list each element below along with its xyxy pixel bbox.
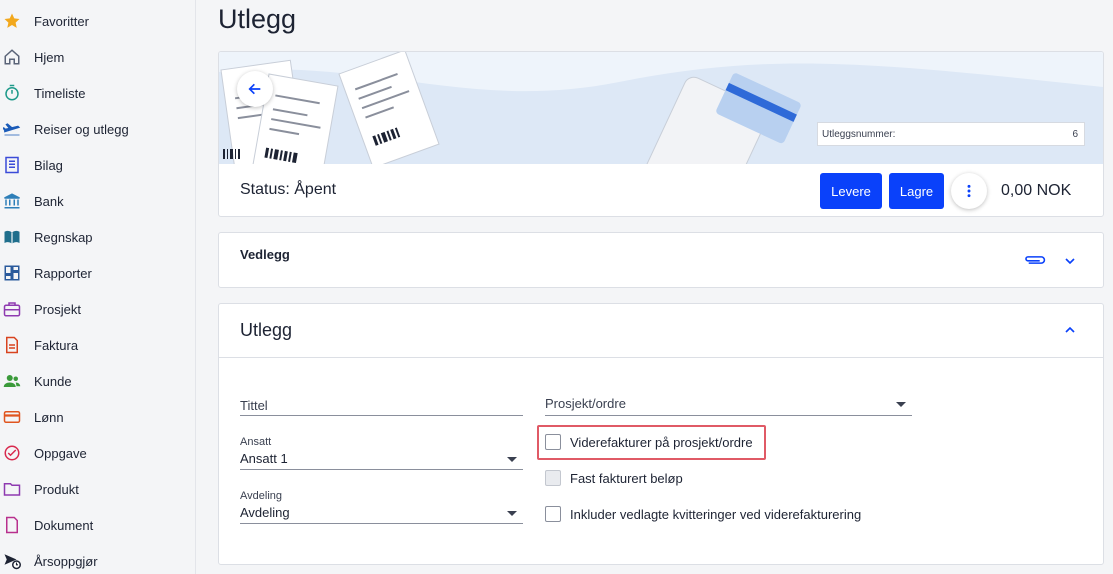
- expense-number-field: Utleggsnummer: 6: [817, 122, 1085, 146]
- sidebar-item-bilag[interactable]: Bilag: [0, 147, 196, 183]
- sidebar-item-label: Faktura: [34, 337, 79, 353]
- sidebar-item-timeliste[interactable]: Timeliste: [0, 75, 196, 111]
- sidebar-item-label: Dokument: [34, 517, 94, 533]
- bank-icon: [3, 192, 21, 210]
- project-order-select[interactable]: Prosjekt/ordre: [545, 392, 912, 416]
- department-select[interactable]: Avdeling Avdeling: [240, 490, 523, 524]
- fixed-billed-amount-checkbox[interactable]: Fast fakturert beløp: [545, 470, 683, 486]
- document-lines-icon: [3, 156, 21, 174]
- sidebar-item-produkt[interactable]: Produkt: [0, 471, 196, 507]
- attachments-card[interactable]: Vedlegg: [218, 232, 1104, 288]
- sidebar-item-label: Bilag: [34, 157, 63, 173]
- expense-number-label: Utleggsnummer:: [822, 128, 896, 140]
- page-title: Utlegg: [218, 4, 297, 34]
- more-vertical-icon: [967, 184, 971, 198]
- folder-icon: [3, 480, 21, 498]
- rebill-checkbox[interactable]: Viderefakturer på prosjekt/ordre: [545, 434, 753, 450]
- sidebar-item-bank[interactable]: Bank: [0, 183, 196, 219]
- chevron-down-icon[interactable]: [1062, 253, 1078, 269]
- sidebar: Favoritter Hjem Timeliste Reiser og utle…: [0, 0, 196, 574]
- checkbox[interactable]: [545, 434, 561, 450]
- sidebar-item-label: Rapporter: [34, 265, 92, 281]
- home-icon: [3, 48, 21, 66]
- sidebar-item-regnskap[interactable]: Regnskap: [0, 219, 196, 255]
- employee-label: Ansatt: [240, 436, 272, 448]
- sidebar-item-label: Kunde: [34, 373, 72, 389]
- sidebar-item-label: Oppgave: [34, 445, 87, 461]
- dropdown-arrow-icon: [507, 457, 517, 462]
- checkbox[interactable]: [545, 470, 561, 486]
- sidebar-item-label: Årsoppgjør: [34, 553, 98, 569]
- expense-form-header: Utlegg: [219, 304, 1103, 358]
- status-text: Status: Åpent: [240, 181, 337, 198]
- rebill-checkbox-label: Viderefakturer på prosjekt/ordre: [570, 434, 753, 450]
- receipts-illustration: [219, 52, 1103, 164]
- card-icon: [3, 408, 21, 426]
- sidebar-item-kunde[interactable]: Kunde: [0, 363, 196, 399]
- expense-number-value: 6: [1072, 128, 1078, 140]
- briefcase-icon: [3, 300, 21, 318]
- expense-banner-illustration: Utleggsnummer: 6: [219, 52, 1103, 164]
- expense-form-title: Utlegg: [240, 320, 293, 340]
- paperclip-icon[interactable]: [1024, 253, 1046, 267]
- sidebar-item-label: Regnskap: [34, 229, 93, 245]
- employee-select[interactable]: Ansatt Ansatt 1: [240, 436, 523, 470]
- send-clock-icon: [3, 552, 21, 570]
- sidebar-item-favoritter[interactable]: Favoritter: [0, 3, 196, 39]
- sidebar-item-hjem[interactable]: Hjem: [0, 39, 196, 75]
- include-receipts-label: Inkluder vedlagte kvitteringer ved vider…: [570, 506, 862, 522]
- project-order-placeholder: Prosjekt/ordre: [545, 396, 626, 411]
- sidebar-item-oppgave[interactable]: Oppgave: [0, 435, 196, 471]
- status-row: Status: Åpent Levere Lagre 0,00 NOK: [219, 164, 1103, 216]
- chevron-up-icon[interactable]: [1062, 322, 1078, 338]
- star-icon: [3, 12, 21, 30]
- expense-form-card: Utlegg Tittel Prosjekt/ordre Ansatt Ansa…: [218, 303, 1104, 565]
- total-amount: 0,00 NOK: [1001, 182, 1072, 199]
- sidebar-item-label: Produkt: [34, 481, 79, 497]
- sidebar-item-faktura[interactable]: Faktura: [0, 327, 196, 363]
- file-icon: [3, 516, 21, 534]
- sidebar-item-label: Reiser og utlegg: [34, 121, 129, 137]
- invoice-icon: [3, 336, 21, 354]
- sidebar-item-label: Bank: [34, 193, 64, 209]
- title-field-placeholder: Tittel: [240, 398, 268, 413]
- sidebar-item-prosjekt[interactable]: Prosjekt: [0, 291, 196, 327]
- sidebar-item-rapporter[interactable]: Rapporter: [0, 255, 196, 291]
- dropdown-arrow-icon: [896, 402, 906, 407]
- sidebar-item-arsoppgjor[interactable]: Årsoppgjør: [0, 543, 196, 574]
- people-icon: [3, 372, 21, 390]
- include-receipts-checkbox[interactable]: Inkluder vedlagte kvitteringer ved vider…: [545, 506, 861, 522]
- dashboard-icon: [3, 264, 21, 282]
- sidebar-item-dokument[interactable]: Dokument: [0, 507, 196, 543]
- department-value: Avdeling: [240, 505, 290, 520]
- airplane-icon: [3, 120, 21, 138]
- sidebar-item-label: Hjem: [34, 49, 65, 65]
- stopwatch-icon: [3, 84, 21, 102]
- check-circle-icon: [3, 444, 21, 462]
- back-button[interactable]: [237, 71, 273, 107]
- sidebar-item-label: Favoritter: [34, 13, 89, 29]
- department-label: Avdeling: [240, 490, 282, 502]
- more-options-button[interactable]: [951, 173, 987, 209]
- fixed-billed-amount-label: Fast fakturert beløp: [570, 470, 683, 486]
- expense-header-card: Utleggsnummer: 6 Status: Åpent Levere La…: [218, 51, 1104, 217]
- save-button[interactable]: Lagre: [889, 173, 944, 209]
- attachments-title: Vedlegg: [240, 247, 290, 262]
- title-field[interactable]: Tittel: [240, 392, 523, 416]
- book-icon: [3, 228, 21, 246]
- sidebar-item-lonn[interactable]: Lønn: [0, 399, 196, 435]
- sidebar-item-label: Prosjekt: [34, 301, 81, 317]
- dropdown-arrow-icon: [507, 511, 517, 516]
- arrow-left-icon: [248, 83, 261, 95]
- sidebar-item-label: Timeliste: [34, 85, 86, 101]
- employee-value: Ansatt 1: [240, 451, 288, 466]
- checkbox[interactable]: [545, 506, 561, 522]
- deliver-button[interactable]: Levere: [820, 173, 882, 209]
- sidebar-item-label: Lønn: [34, 409, 64, 425]
- sidebar-item-reiser-og-utlegg[interactable]: Reiser og utlegg: [0, 111, 196, 147]
